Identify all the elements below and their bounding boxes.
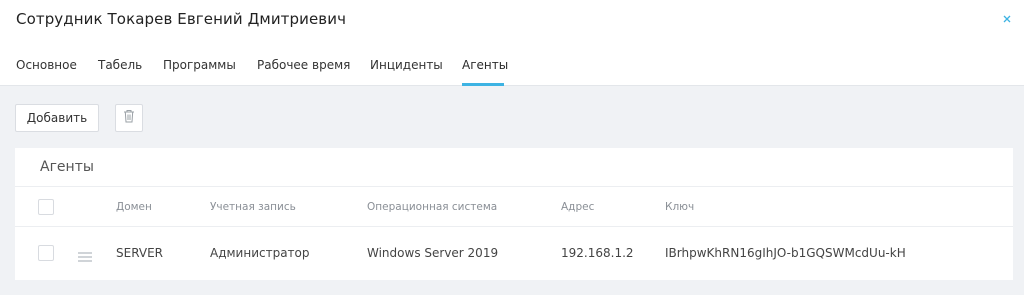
active-tab-indicator bbox=[462, 83, 504, 86]
trash-icon bbox=[122, 108, 136, 128]
window-header: Сотрудник Токарев Евгений Дмитриевич bbox=[0, 0, 1024, 45]
panel-title: Агенты bbox=[40, 159, 94, 175]
header-divider bbox=[15, 226, 1013, 227]
drag-handle-icon[interactable] bbox=[78, 248, 92, 262]
column-header-domain[interactable]: Домен bbox=[116, 201, 152, 213]
cell-os: Windows Server 2019 bbox=[367, 246, 499, 260]
add-button[interactable]: Добавить bbox=[15, 104, 99, 132]
cell-account: Администратор bbox=[210, 246, 310, 260]
column-header-key[interactable]: Ключ bbox=[665, 201, 694, 213]
add-button-label: Добавить bbox=[26, 111, 88, 125]
cell-key: IBrhpwKhRN16gIhJO-b1GQSWMcdUu-kH bbox=[665, 246, 906, 260]
page-title: Сотрудник Токарев Евгений Дмитриевич bbox=[16, 10, 347, 28]
column-header-os[interactable]: Операционная система bbox=[367, 201, 497, 213]
cell-address: 192.168.1.2 bbox=[561, 246, 634, 260]
cell-domain: SERVER bbox=[116, 246, 164, 260]
tab-main[interactable]: Основное bbox=[16, 58, 77, 72]
column-header-address[interactable]: Адрес bbox=[561, 201, 594, 213]
tab-incidents[interactable]: Инциденты bbox=[370, 58, 443, 72]
close-icon[interactable] bbox=[1000, 11, 1014, 25]
select-all-checkbox[interactable] bbox=[38, 199, 54, 215]
row-checkbox[interactable] bbox=[38, 245, 54, 261]
tab-agents[interactable]: Агенты bbox=[462, 58, 508, 72]
delete-button[interactable] bbox=[115, 104, 143, 132]
tab-timesheet[interactable]: Табель bbox=[98, 58, 142, 72]
panel-divider bbox=[15, 186, 1013, 187]
column-header-account[interactable]: Учетная запись bbox=[210, 201, 296, 213]
tab-programs[interactable]: Программы bbox=[163, 58, 236, 72]
tab-bar: Основное Табель Программы Рабочее время … bbox=[0, 45, 1024, 86]
tab-working-time[interactable]: Рабочее время bbox=[257, 58, 350, 72]
agents-panel: Агенты Домен Учетная запись Операционная… bbox=[15, 148, 1013, 280]
